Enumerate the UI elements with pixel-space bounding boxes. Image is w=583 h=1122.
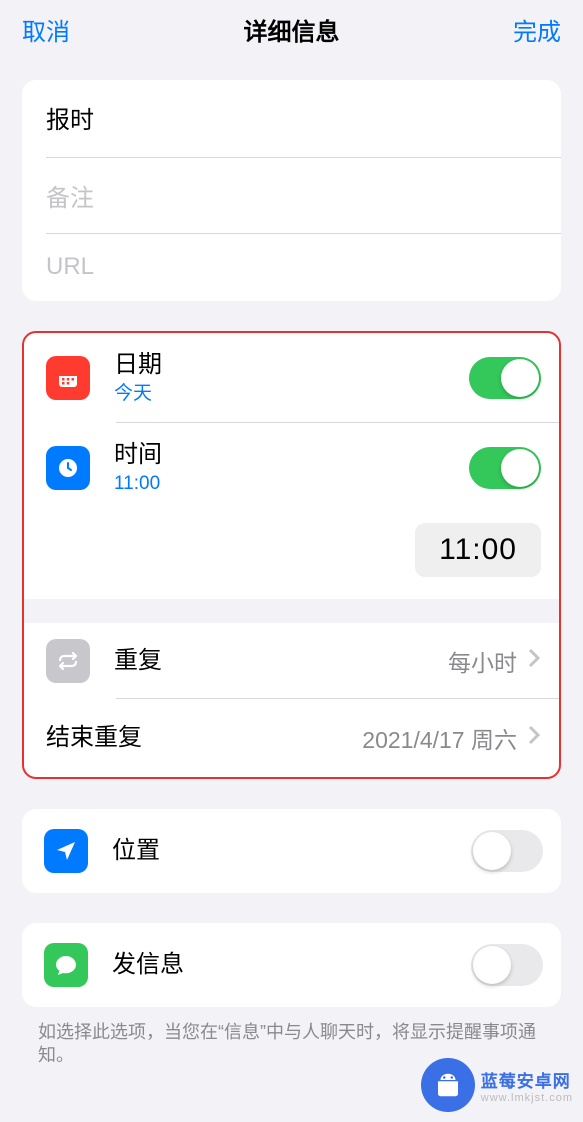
page-title: 详细信息 <box>244 12 340 47</box>
messaging-row: 发信息 <box>22 923 561 1007</box>
time-picker-row: 11:00 <box>24 513 559 599</box>
repeat-value: 每小时 <box>448 644 517 678</box>
watermark: 蓝莓安卓网 www.lmkjst.com <box>421 1058 573 1112</box>
end-repeat-row[interactable]: 结束重复 2021/4/17 周六 <box>24 699 559 777</box>
cancel-button[interactable]: 取消 <box>22 12 70 47</box>
location-section: 位置 <box>22 809 561 893</box>
time-sub[interactable]: 11:00 <box>114 472 469 497</box>
date-label: 日期 <box>114 349 469 380</box>
header: 取消 详细信息 完成 <box>0 0 583 58</box>
repeat-row[interactable]: 重复 每小时 <box>24 623 559 699</box>
messaging-section: 发信息 <box>22 923 561 1007</box>
fields-section: 报时 备注 URL <box>22 80 561 301</box>
calendar-icon <box>46 356 90 400</box>
time-picker[interactable]: 11:00 <box>415 523 541 577</box>
done-button[interactable]: 完成 <box>513 12 561 47</box>
schedule-section: 日期 今天 时间 11:00 11:00 重复 每小时 结束重复 <box>22 331 561 779</box>
location-toggle[interactable] <box>471 830 543 872</box>
chevron-right-icon <box>527 647 541 674</box>
date-toggle[interactable] <box>469 357 541 399</box>
messaging-toggle[interactable] <box>471 944 543 986</box>
time-row: 时间 11:00 <box>24 423 559 513</box>
time-toggle[interactable] <box>469 447 541 489</box>
url-field-row: URL <box>22 233 561 301</box>
end-repeat-label: 结束重复 <box>46 722 362 753</box>
watermark-name: 蓝莓安卓网 <box>481 1067 573 1092</box>
date-sub[interactable]: 今天 <box>114 382 469 407</box>
location-row: 位置 <box>22 809 561 893</box>
location-label: 位置 <box>112 835 471 866</box>
end-repeat-value: 2021/4/17 周六 <box>362 721 517 755</box>
watermark-url: www.lmkjst.com <box>481 1092 573 1104</box>
location-icon <box>44 829 88 873</box>
repeat-icon <box>46 639 90 683</box>
date-row: 日期 今天 <box>24 333 559 423</box>
message-icon <box>44 943 88 987</box>
notes-input[interactable]: 备注 <box>46 185 94 212</box>
title-input[interactable]: 报时 <box>46 107 94 134</box>
url-input[interactable]: URL <box>46 253 94 280</box>
notes-field-row: 备注 <box>22 158 561 233</box>
clock-icon <box>46 446 90 490</box>
chevron-right-icon <box>527 724 541 751</box>
messaging-label: 发信息 <box>112 949 471 980</box>
repeat-label: 重复 <box>114 645 448 676</box>
section-gap <box>24 599 559 623</box>
time-label: 时间 <box>114 439 469 470</box>
watermark-logo <box>421 1058 475 1112</box>
title-field-row: 报时 <box>22 80 561 157</box>
